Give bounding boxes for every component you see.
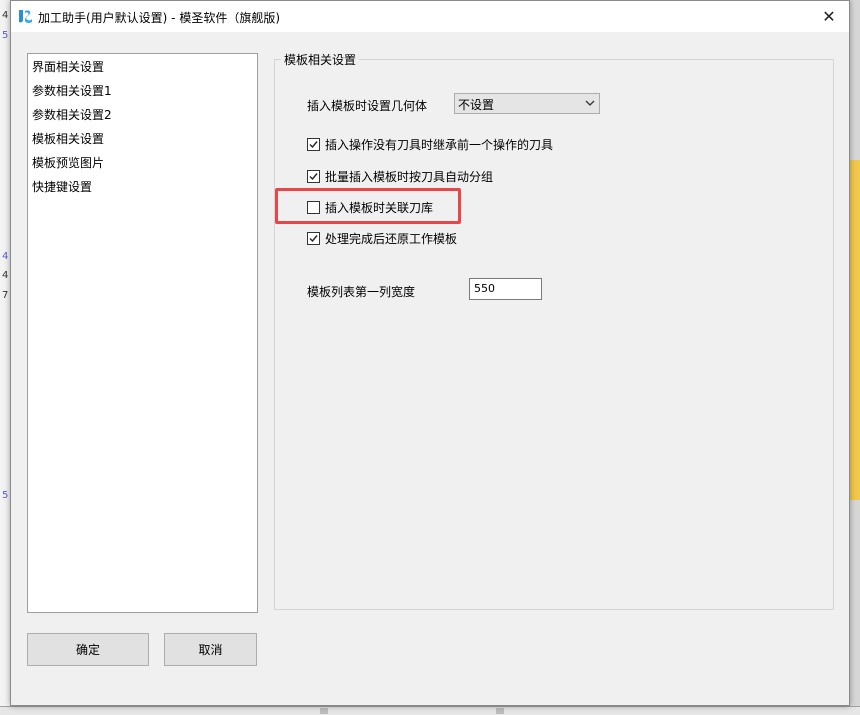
geometry-select[interactable]: 不设置	[454, 93, 600, 114]
background-scroll-arrow	[320, 708, 328, 714]
settings-dialog: 加工助手(用户默认设置) - 模圣软件（旗舰版) ✕ 界面相关设置 参数相关设置…	[10, 0, 850, 706]
checkbox-checked-icon[interactable]	[307, 137, 320, 151]
background-number: 5	[2, 30, 9, 41]
geometry-select-value: 不设置	[458, 98, 495, 112]
checkbox-label: 批量插入模板时按刀具自动分组	[325, 169, 494, 184]
highlight-box	[275, 188, 461, 224]
sidebar-item-parameters-1[interactable]: 参数相关设置1	[32, 82, 112, 99]
close-button[interactable]: ✕	[809, 1, 849, 32]
column-width-label: 模板列表第一列宽度	[307, 285, 416, 299]
geometry-label: 插入模板时设置几何体	[307, 99, 428, 113]
sidebar-item-parameters-2[interactable]: 参数相关设置2	[32, 106, 112, 123]
column-width-input[interactable]: 550	[469, 278, 542, 300]
cancel-button[interactable]: 取消	[164, 633, 257, 666]
background-number: 5	[2, 490, 9, 501]
ok-button[interactable]: 确定	[27, 633, 149, 666]
title-bar: 加工助手(用户默认设置) - 模圣软件（旗舰版) ✕	[11, 1, 849, 32]
window-title: 加工助手(用户默认设置) - 模圣软件（旗舰版)	[38, 11, 281, 25]
background-scroll-arrow	[496, 708, 504, 714]
background-number: 7	[2, 290, 9, 301]
group-title: 模板相关设置	[281, 51, 360, 68]
background-window-right	[850, 160, 860, 500]
background-window-left	[0, 0, 10, 715]
checkbox-checked-icon[interactable]	[307, 231, 320, 245]
checkbox-restore-template[interactable]: 处理完成后还原工作模板	[307, 230, 457, 246]
app-logo-icon	[17, 8, 33, 24]
checkbox-label: 处理完成后还原工作模板	[325, 231, 458, 246]
sidebar-item-template-preview[interactable]: 模板预览图片	[32, 154, 104, 171]
settings-category-list[interactable]: 界面相关设置 参数相关设置1 参数相关设置2 模板相关设置 模板预览图片 快捷键…	[27, 53, 258, 613]
checkbox-group-by-tool[interactable]: 批量插入模板时按刀具自动分组	[307, 168, 493, 184]
checkbox-checked-icon[interactable]	[307, 169, 320, 183]
sidebar-item-shortcuts[interactable]: 快捷键设置	[32, 178, 92, 195]
checkbox-label: 插入操作没有刀具时继承前一个操作的刀具	[325, 137, 554, 152]
background-scrollbar	[0, 706, 860, 715]
sidebar-item-template[interactable]: 模板相关设置	[32, 130, 104, 147]
sidebar-item-interface[interactable]: 界面相关设置	[32, 58, 104, 75]
close-icon: ✕	[822, 7, 836, 26]
background-number: 4	[2, 270, 9, 281]
background-number: 4	[2, 251, 9, 262]
background-number: 4	[2, 10, 9, 21]
checkbox-inherit-tool[interactable]: 插入操作没有刀具时继承前一个操作的刀具	[307, 136, 553, 152]
chevron-down-icon	[585, 97, 595, 107]
